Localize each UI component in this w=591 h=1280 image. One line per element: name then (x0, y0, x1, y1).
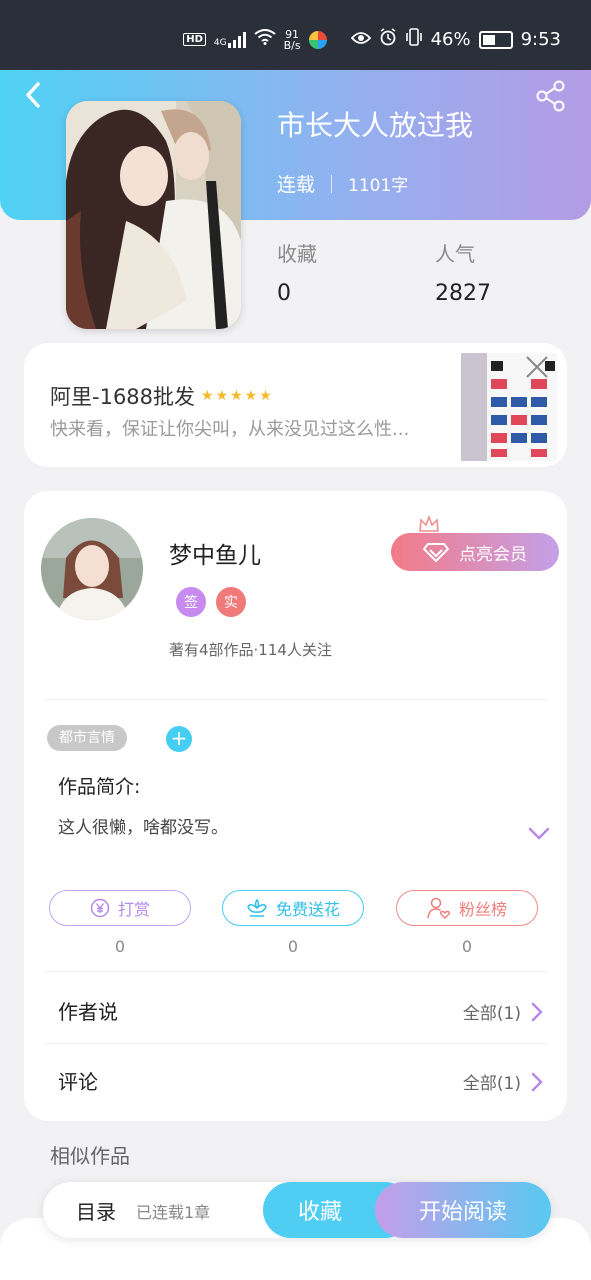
chapter-count: 已连载1章 (136, 1203, 211, 1222)
flower-icon (247, 898, 267, 917)
author-stats: 著有4部作品·114人关注 (169, 641, 332, 659)
ad-description: 快来看，保证让你尖叫，从来没见过这么性... (50, 419, 410, 440)
comments-title: 评论 (58, 1070, 98, 1094)
comments-all[interactable]: 全部(1) (463, 1069, 521, 1094)
catalog-button[interactable]: 目录 (76, 1196, 116, 1225)
share-button[interactable] (535, 80, 567, 112)
ad-banner[interactable]: 阿里-1688批发 ★★★★★ 快来看，保证让你尖叫，从来没见过这么性... (24, 343, 567, 467)
battery-percent: 46% (430, 29, 471, 50)
back-button[interactable] (20, 78, 50, 114)
book-detail-page: HD 4G 91 B/s 46% 9:53 市长大人放过我 连载 1101字 收… (0, 0, 591, 1280)
vip-button[interactable]: 点亮会员 (391, 533, 559, 571)
bottom-action-bar: 目录 已连载1章 收藏 开始阅读 (43, 1182, 551, 1238)
hd-indicator: HD (183, 33, 206, 46)
book-status: 连载 (277, 174, 316, 196)
share-icon (536, 80, 565, 112)
chevron-right-icon (531, 1072, 543, 1092)
comments-row[interactable]: 评论 全部(1) (24, 1052, 567, 1112)
tip-count: 0 (114, 937, 126, 956)
yuan-coin-icon (90, 898, 110, 918)
cell-signal-icon: 4G (214, 31, 246, 48)
stat-popularity: 人气 2827 (435, 242, 491, 306)
send-flower-button[interactable]: 免费送花 (222, 890, 364, 926)
fan-count: 0 (461, 937, 473, 956)
author-name: 梦中鱼儿 (169, 543, 261, 569)
chevron-left-icon (26, 82, 40, 108)
user-heart-icon (427, 897, 450, 919)
book-meta: 连载 1101字 (277, 170, 408, 197)
status-bar: HD 4G 91 B/s 46% 9:53 (0, 0, 591, 70)
crown-icon (419, 515, 439, 532)
clock: 9:53 (520, 29, 561, 50)
divider (46, 699, 546, 700)
ad-rating-stars: ★★★★★ (201, 388, 274, 404)
author-says-all[interactable]: 全部(1) (463, 999, 521, 1024)
book-title: 市长大人放过我 (277, 109, 474, 142)
intro-label: 作品简介: (58, 776, 141, 798)
intro-text: 这人很懒，啥都没写。 (58, 818, 228, 838)
signed-badge: 签 (176, 587, 206, 617)
add-tag-button[interactable]: + (166, 726, 192, 752)
word-count: 1101字 (348, 176, 409, 196)
chevron-down-icon[interactable] (528, 827, 550, 841)
flower-count: 0 (287, 937, 299, 956)
vibrate-icon (405, 28, 423, 51)
battery-icon (478, 30, 513, 49)
wifi-icon (253, 29, 276, 50)
chevron-right-icon (531, 1002, 543, 1022)
author-says-title: 作者说 (58, 1000, 118, 1024)
stat-favorites: 收藏 0 (277, 242, 317, 306)
ad-title: 阿里-1688批发 ★★★★★ (50, 385, 274, 409)
similar-works-title: 相似作品 (50, 1144, 130, 1168)
author-avatar[interactable] (41, 518, 143, 620)
book-cover-image[interactable] (66, 101, 241, 329)
author-badges: 签 实 (176, 587, 246, 617)
app-notification-icon (308, 30, 327, 49)
ad-close-button[interactable] (525, 355, 549, 379)
author-says-row[interactable]: 作者说 全部(1) (24, 982, 567, 1042)
alarm-icon (379, 28, 397, 51)
meta-divider (331, 174, 333, 193)
fan-ranking-button[interactable]: 粉丝榜 (396, 890, 538, 926)
net-speed: 91 B/s (283, 27, 301, 52)
tip-button[interactable]: 打赏 (49, 890, 191, 926)
close-icon (526, 356, 548, 378)
divider (46, 971, 546, 972)
diamond-icon (423, 543, 449, 562)
genre-tag[interactable]: 都市言情 (47, 725, 127, 751)
start-reading-button[interactable]: 开始阅读 (375, 1182, 551, 1238)
author-card: 梦中鱼儿 签 实 著有4部作品·114人关注 点亮会员 都市言情 + 作品简介:… (24, 491, 567, 1121)
verified-badge: 实 (216, 587, 246, 617)
eye-icon (350, 29, 371, 50)
divider (46, 1043, 546, 1044)
